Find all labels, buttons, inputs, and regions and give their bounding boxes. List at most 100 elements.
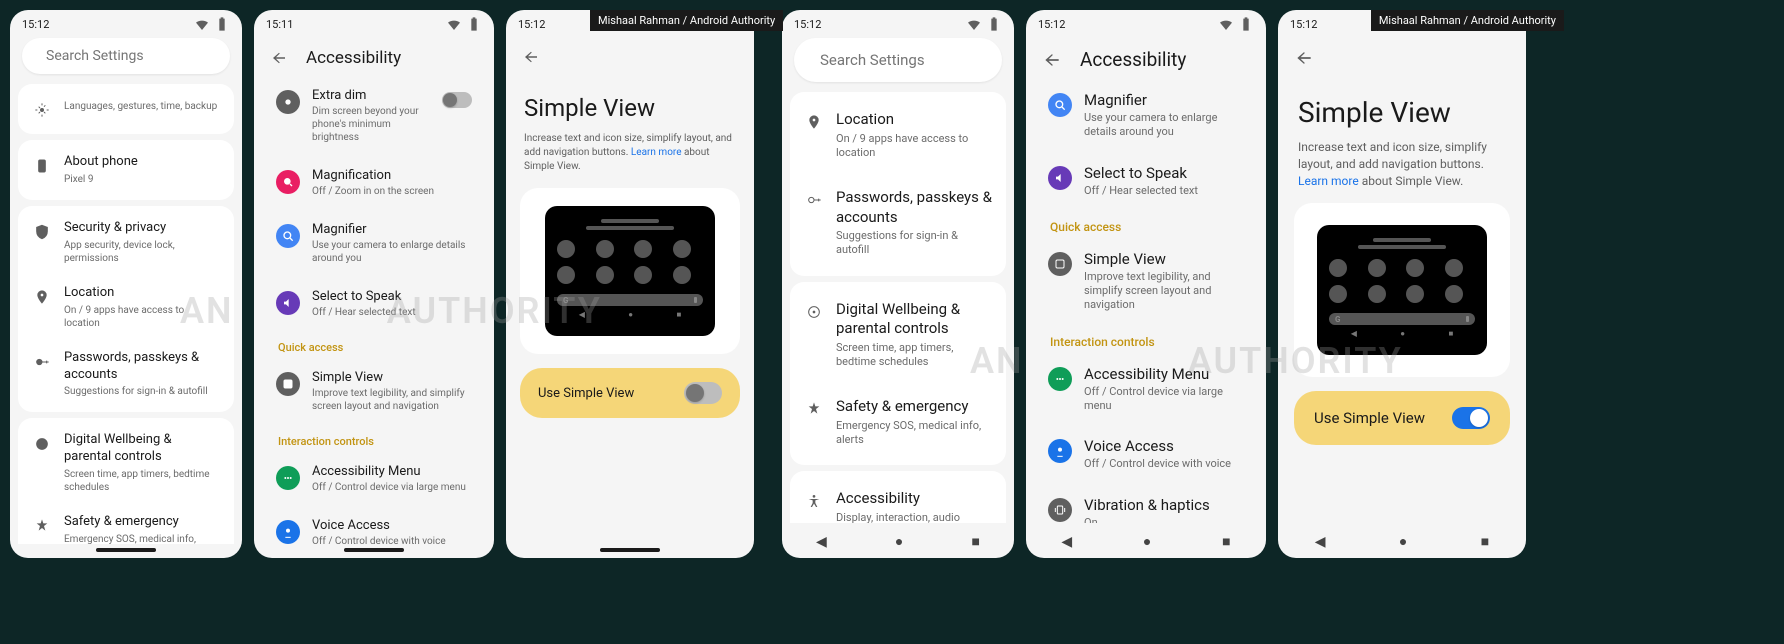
magnification-icon [280, 174, 296, 190]
phone-settings-large: 15:12 LocationOn / 9 apps have access to… [782, 10, 1014, 558]
nav-recent[interactable]: ■ [1481, 533, 1489, 550]
a11y-row-magnification[interactable]: MagnificationOff / Zoom in on the screen [262, 156, 486, 210]
menu-icon [280, 470, 296, 486]
search-input[interactable] [46, 48, 224, 64]
nav-home[interactable]: ● [1399, 533, 1407, 550]
header: Accessibility [254, 34, 494, 76]
status-icons [194, 16, 230, 32]
wifi-icon [1218, 16, 1234, 32]
search-input[interactable] [820, 51, 1014, 69]
a11y-row-vibration[interactable]: Vibration & hapticsOn [1034, 484, 1258, 523]
header [1278, 34, 1526, 76]
magnifier-icon [1052, 97, 1068, 113]
system-icon [34, 102, 50, 118]
settings-row-location[interactable]: LocationOn / 9 apps have access to locat… [790, 96, 1006, 174]
credit-badge-1: Mishaal Rahman / Android Authority [590, 10, 783, 31]
phone-simpleview-large: 15:12 Simple View Increase text and icon… [1278, 10, 1526, 558]
use-simpleview-row[interactable]: Use Simple View [520, 368, 740, 418]
navbar: ◀ ● ■ [782, 523, 1014, 558]
back-icon[interactable] [1294, 48, 1314, 68]
settings-row-about[interactable]: About phonePixel 9 [18, 144, 234, 196]
settings-row-safety[interactable]: Safety & emergencyEmergency SOS, medical… [18, 504, 234, 544]
settings-row-passwords[interactable]: Passwords, passkeys & accountsSuggestion… [790, 174, 1006, 272]
back-icon[interactable] [522, 48, 540, 66]
simpleview-toggle[interactable] [1452, 407, 1490, 429]
a11y-row-select-speak[interactable]: Select to SpeakOff / Hear selected text [1034, 152, 1258, 210]
phone-settings-small: 15:12 Languages, gestures, time, backup … [10, 10, 242, 558]
nav-recent[interactable]: ■ [1222, 533, 1230, 550]
a11y-row-magnifier[interactable]: MagnifierUse your camera to enlarge deta… [1034, 79, 1258, 152]
navbar: ◀ ● ■ [1278, 523, 1526, 558]
section-interaction: Interaction controls [1034, 325, 1258, 353]
location-icon [806, 114, 822, 130]
statusbar: 15:12 [1026, 10, 1266, 34]
nav-back[interactable]: ◀ [1315, 534, 1326, 550]
status-time: 15:12 [22, 18, 49, 31]
section-quick-access: Quick access [262, 331, 486, 358]
phone-simpleview-small: 15:12 Simple View Increase text and icon… [506, 10, 754, 558]
menu-icon [1052, 371, 1068, 387]
settings-row-location[interactable]: LocationOn / 9 apps have access to locat… [18, 275, 234, 340]
nav-recent[interactable]: ■ [971, 533, 979, 550]
credit-badge-2: Mishaal Rahman / Android Authority [1371, 10, 1564, 31]
settings-row-safety[interactable]: Safety & emergencyEmergency SOS, medical… [790, 383, 1006, 461]
a11y-row-extradim[interactable]: Extra dimDim screen beyond your phone's … [262, 76, 486, 156]
settings-row-passwords[interactable]: Passwords, passkeys & accountsSuggestion… [18, 340, 234, 409]
voice-icon [1052, 443, 1068, 459]
wifi-icon [966, 16, 982, 32]
nav-home[interactable]: ● [1143, 533, 1151, 550]
gesture-bar [600, 548, 660, 552]
extradim-toggle[interactable] [442, 92, 472, 108]
wifi-icon [194, 16, 210, 32]
battery-icon [986, 16, 1002, 32]
statusbar: 15:11 [254, 10, 494, 34]
a11y-row-magnifier[interactable]: MagnifierUse your camera to enlarge deta… [262, 210, 486, 277]
page-title: Accessibility [1080, 48, 1186, 71]
back-icon[interactable] [1042, 50, 1062, 70]
a11y-row-simple-view[interactable]: Simple ViewImprove text legibility, and … [262, 358, 486, 425]
mock-phone: G ◀●■ [545, 206, 715, 336]
speak-icon [280, 295, 296, 311]
back-icon[interactable] [270, 49, 288, 67]
wellbeing-icon [34, 436, 50, 452]
nav-home[interactable]: ● [895, 533, 903, 550]
mock-phone: G ◀●■ [1317, 225, 1487, 355]
section-quick-access: Quick access [1034, 210, 1258, 238]
phone-a11y-small: 15:11 Accessibility Extra dimDim screen … [254, 10, 494, 558]
battery-icon [466, 16, 482, 32]
key-icon [806, 192, 822, 208]
page-title: Accessibility [306, 48, 401, 68]
key-icon [34, 354, 50, 370]
simpleview-desc: Increase text and icon size, simplify la… [516, 132, 744, 188]
gesture-bar [96, 548, 156, 552]
search-bar[interactable] [794, 38, 1002, 82]
simpleview-toggle[interactable] [684, 382, 722, 404]
nav-back[interactable]: ◀ [816, 534, 827, 550]
emergency-icon [34, 518, 50, 534]
search-bar[interactable] [22, 38, 230, 74]
vibration-icon [1052, 502, 1068, 518]
a11y-row-voice[interactable]: Voice AccessOff / Control device with vo… [262, 506, 486, 544]
nav-back[interactable]: ◀ [1061, 534, 1072, 550]
phone-icon [34, 158, 50, 174]
simple-view-icon [280, 376, 296, 392]
a11y-row-simple-view[interactable]: Simple ViewImprove text legibility, and … [1034, 238, 1258, 325]
settings-row-accessibility[interactable]: AccessibilityDisplay, interaction, audio [790, 475, 1006, 523]
a11y-row-select-speak[interactable]: Select to SpeakOff / Hear selected text [262, 277, 486, 331]
voice-icon [280, 524, 296, 540]
settings-row-wellbeing[interactable]: Digital Wellbeing & parental controlsScr… [18, 422, 234, 504]
simpleview-desc: Increase text and icon size, simplify la… [1290, 139, 1514, 203]
settings-row-system[interactable]: Languages, gestures, time, backup [18, 88, 234, 130]
learn-more-link[interactable]: Learn more [631, 147, 682, 158]
statusbar: 15:12 [10, 10, 242, 34]
settings-row-wellbeing[interactable]: Digital Wellbeing & parental controlsScr… [790, 286, 1006, 384]
settings-row-security[interactable]: Security & privacyApp security, device l… [18, 210, 234, 275]
use-simpleview-row[interactable]: Use Simple View [1294, 391, 1510, 445]
illustration: G ◀●■ [1294, 203, 1510, 377]
illustration: G ◀●■ [520, 188, 740, 354]
a11y-row-menu[interactable]: Accessibility MenuOff / Control device v… [262, 452, 486, 506]
a11y-row-voice[interactable]: Voice AccessOff / Control device with vo… [1034, 425, 1258, 483]
a11y-row-menu[interactable]: Accessibility MenuOff / Control device v… [1034, 353, 1258, 426]
learn-more-link[interactable]: Learn more [1298, 174, 1359, 188]
gesture-bar [344, 548, 404, 552]
